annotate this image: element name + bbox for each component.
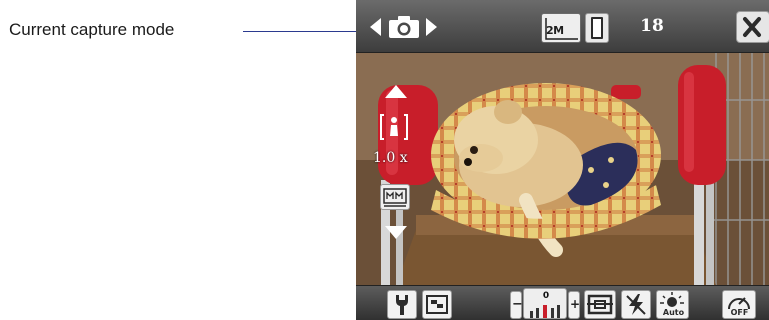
callout-label: Current capture mode bbox=[9, 20, 175, 39]
metering-button[interactable] bbox=[584, 290, 616, 319]
brightness-level-value: 0 bbox=[542, 291, 550, 301]
camera-mode-icon[interactable] bbox=[388, 15, 420, 39]
resolution-label: 2M bbox=[546, 24, 564, 37]
close-button[interactable] bbox=[736, 11, 769, 43]
previous-mode-arrow-icon[interactable] bbox=[370, 18, 382, 36]
white-balance-button[interactable]: Auto bbox=[656, 290, 689, 319]
storage-card-icon bbox=[591, 17, 603, 39]
zoom-in-arrow-icon[interactable] bbox=[385, 85, 407, 99]
zoom-out-arrow-icon[interactable] bbox=[385, 225, 407, 239]
album-icon bbox=[426, 295, 448, 314]
brightness-increase-button[interactable]: + bbox=[568, 291, 580, 319]
flash-button[interactable] bbox=[621, 290, 651, 319]
brightness-plus-label: + bbox=[570, 297, 581, 311]
next-mode-arrow-icon[interactable] bbox=[425, 18, 437, 36]
zoom-mode-button[interactable] bbox=[380, 184, 410, 210]
zoom-indicator-icon bbox=[380, 114, 408, 140]
brightness-decrease-button[interactable]: − bbox=[510, 291, 523, 319]
camera-viewfinder: 2M 18 1.0 x − 0 + Auto OFF bbox=[356, 0, 769, 320]
callout-leader-line bbox=[243, 31, 367, 32]
wide-zoom-icon bbox=[383, 188, 407, 207]
brightness-scale-icon bbox=[530, 305, 560, 318]
storage-button[interactable] bbox=[585, 13, 609, 43]
sun-icon bbox=[660, 292, 684, 307]
self-timer-button[interactable]: OFF bbox=[722, 290, 756, 319]
resolution-button[interactable]: 2M bbox=[541, 13, 581, 43]
white-balance-label: Auto bbox=[662, 308, 685, 317]
shots-remaining-counter: 18 bbox=[640, 16, 664, 36]
album-button[interactable] bbox=[422, 290, 452, 319]
zoom-level-value: 1.0 x bbox=[373, 150, 408, 166]
metering-icon bbox=[587, 294, 613, 315]
brightness-minus-label: − bbox=[512, 297, 523, 312]
wrench-icon bbox=[396, 295, 408, 315]
camera-top-toolbar: 2M 18 bbox=[356, 0, 769, 53]
camera-bottom-toolbar: − 0 + Auto OFF bbox=[356, 285, 769, 320]
self-timer-label: OFF bbox=[730, 308, 749, 317]
close-icon bbox=[743, 17, 761, 37]
flash-icon bbox=[626, 294, 646, 315]
settings-button[interactable] bbox=[387, 290, 417, 319]
brightness-indicator: 0 bbox=[523, 288, 567, 319]
